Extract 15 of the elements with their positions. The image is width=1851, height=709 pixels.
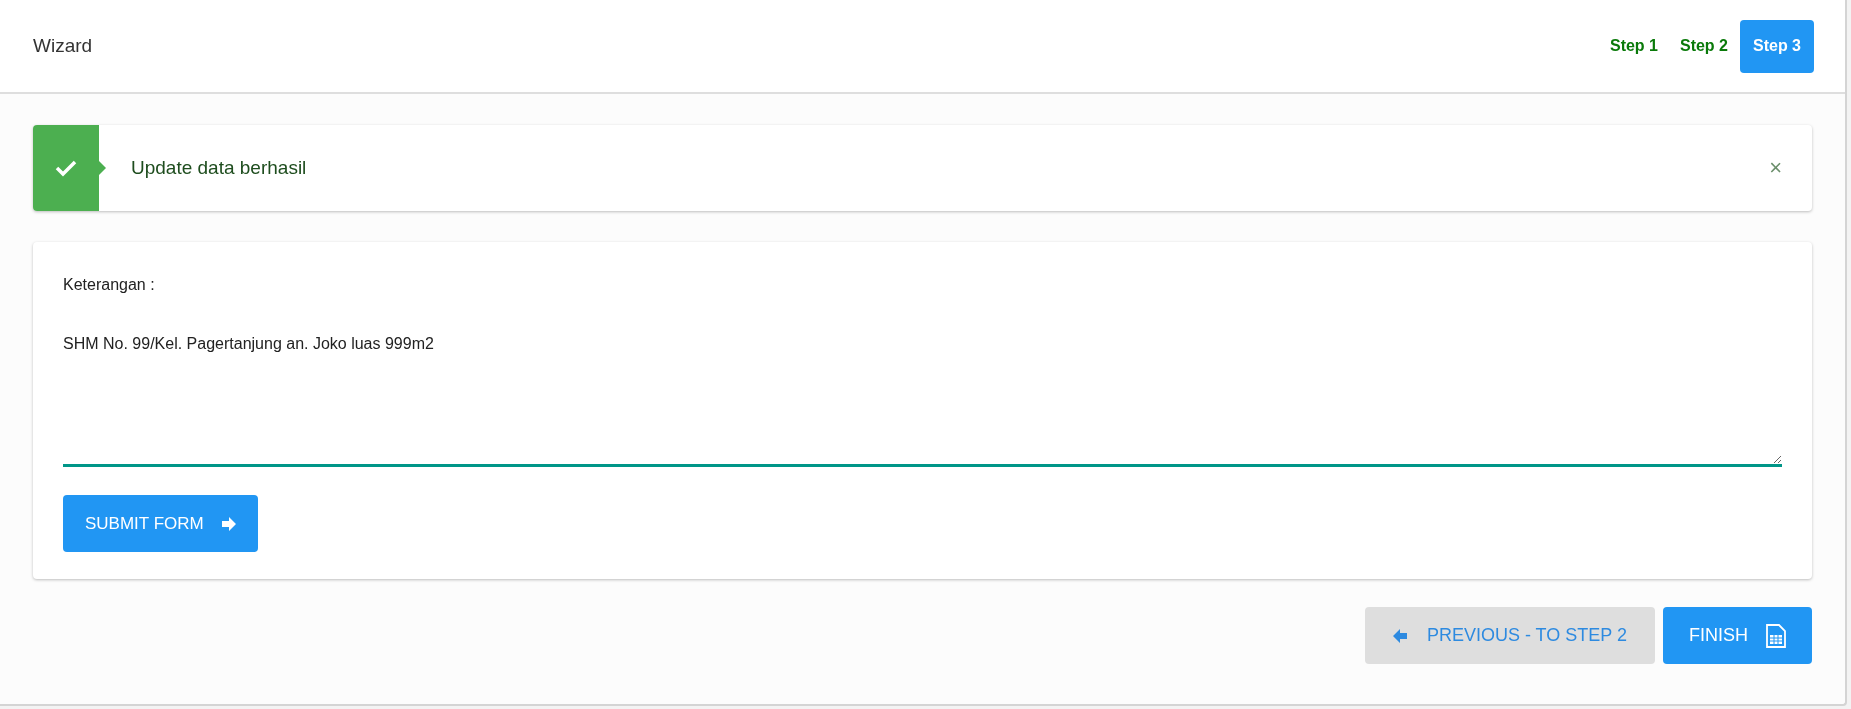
alert-message: Update data berhasil <box>131 155 308 180</box>
previous-button[interactable]: PREVIOUS - TO STEP 2 <box>1364 607 1655 664</box>
arrow-left-icon <box>1392 628 1407 643</box>
arrow-right-icon <box>221 516 236 531</box>
close-button[interactable]: × <box>1769 157 1782 179</box>
description-field[interactable]: SHM No. 99/Kel. Pagertanjung an. Joko luas 999m2 <box>63 332 1782 467</box>
check-icon <box>55 159 77 177</box>
spreadsheet-file-icon <box>1766 623 1786 648</box>
submit-button[interactable]: SUBMIT FORM <box>63 495 258 552</box>
step-tab[interactable]: Step 3 <box>1740 19 1814 73</box>
step-tab[interactable]: Step 2 <box>1669 19 1738 73</box>
finish-button[interactable]: FINISH <box>1663 607 1812 664</box>
step-tab[interactable]: Step 1 <box>1599 19 1668 73</box>
field-label: Keterangan : <box>63 275 155 295</box>
wizard-title: Wizard <box>33 33 93 58</box>
